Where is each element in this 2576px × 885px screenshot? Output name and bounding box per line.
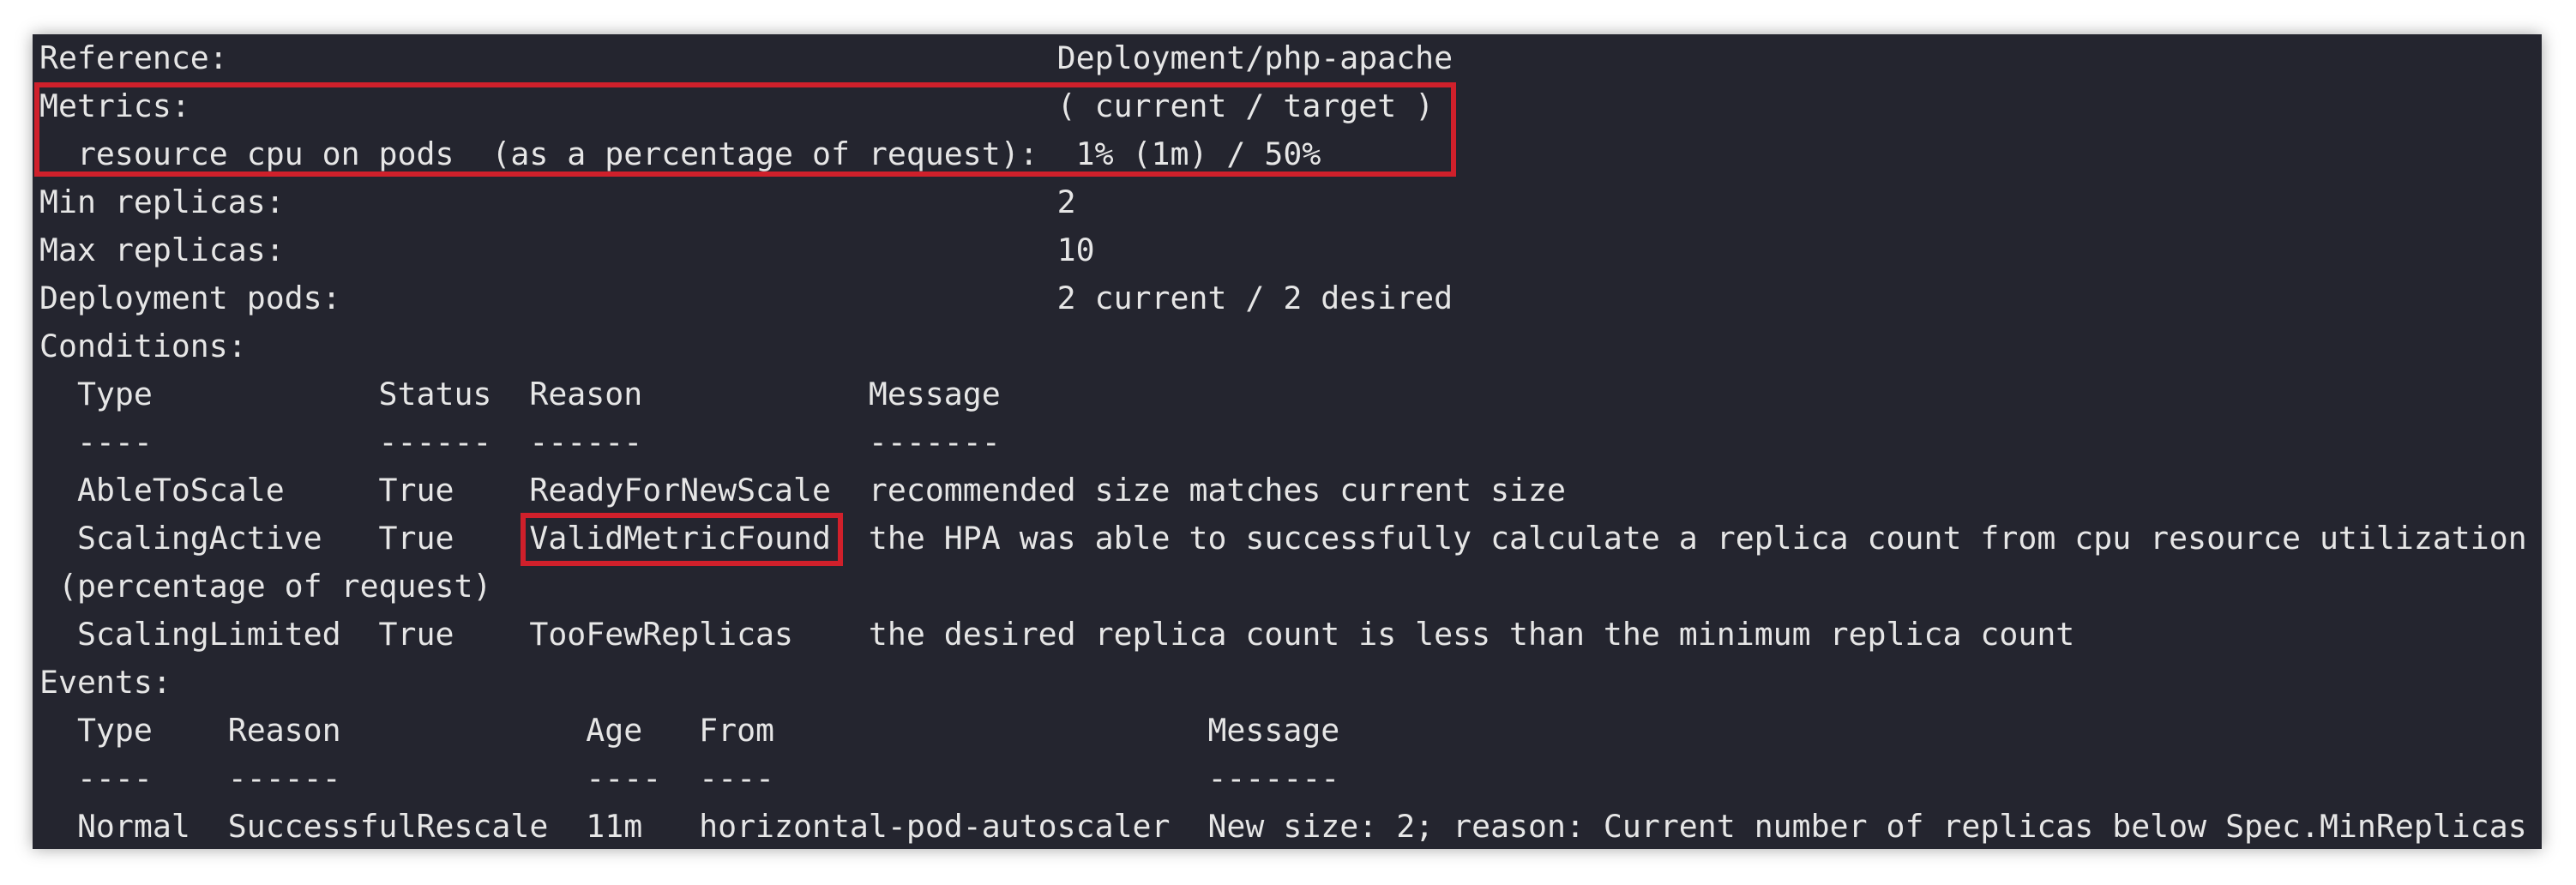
reference-line: Reference: Deployment/php-apache	[39, 39, 1454, 76]
terminal-window: Reference: Deployment/php-apache Metrics…	[33, 34, 2542, 849]
events-label: Events:	[39, 664, 172, 701]
condition-row-scaling-active: ScalingActive True ValidMetricFound the …	[39, 520, 2527, 557]
valid-metric-highlight-box	[521, 513, 843, 566]
min-replicas-line: Min replicas: 2	[39, 184, 1076, 220]
events-divider: ---- ------ ---- ---- -------	[39, 760, 1340, 797]
events-header: Type Reason Age From Message	[39, 712, 1340, 749]
condition-row-scaling-active-wrap: (percentage of request)	[39, 568, 492, 605]
event-row-successful-rescale: Normal SuccessfulRescale 11m horizontal-…	[39, 808, 2527, 845]
conditions-label: Conditions:	[39, 328, 247, 364]
conditions-divider: ---- ------ ------ -------	[39, 424, 1001, 461]
metrics-highlight-box	[34, 82, 1456, 177]
condition-row-scaling-limited: ScalingLimited True TooFewReplicas the d…	[39, 616, 2075, 653]
condition-row-able-to-scale: AbleToScale True ReadyForNewScale recomm…	[39, 472, 1566, 509]
conditions-header: Type Status Reason Message	[39, 376, 1001, 412]
max-replicas-line: Max replicas: 10	[39, 232, 1095, 268]
deployment-pods-line: Deployment pods: 2 current / 2 desired	[39, 280, 1454, 316]
